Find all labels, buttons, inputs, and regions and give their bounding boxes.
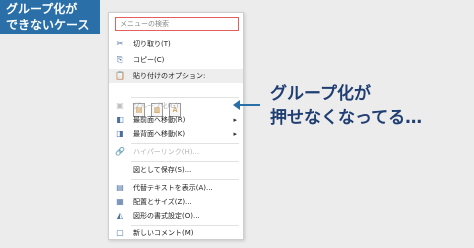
submenu-arrow-icon: ▸ <box>233 116 237 124</box>
context-menu: メニューの検索 ✂ 切り取り(T) ⎘ コピー(C) 📋 貼り付けのオプション:… <box>108 12 244 240</box>
group-icon: ▣ <box>116 101 124 110</box>
menu-item-hyperlink[interactable]: 🔗 ハイパーリンク(H)... <box>109 145 243 159</box>
submenu-arrow-icon: ▸ <box>233 130 237 138</box>
menu-item-cut[interactable]: ✂ 切り取り(T) <box>109 37 243 51</box>
scissors-icon: ✂ <box>116 39 124 48</box>
menu-item-send-to-back[interactable]: ◨ 最背面へ移動(K) ▸ <box>109 127 243 141</box>
save-picture-icon <box>115 165 125 175</box>
menu-item-label: 新しいコメント(M) <box>133 229 194 237</box>
size-position-icon: ▦ <box>116 197 124 206</box>
callout-line-2: 押せなくなってる… <box>270 108 423 128</box>
menu-item-label: 切り取り(T) <box>133 40 171 48</box>
separator <box>131 143 239 144</box>
menu-item-save-as-picture[interactable]: 図として保存(S)... <box>109 163 243 177</box>
menu-search-input[interactable]: メニューの検索 <box>115 17 239 31</box>
menu-item-label: 最背面へ移動(K) <box>133 130 186 138</box>
menu-item-copy[interactable]: ⎘ コピー(C) <box>109 53 243 67</box>
pointer-arrow-line <box>238 104 260 106</box>
menu-item-new-comment[interactable]: ▢ 新しいコメント(M) <box>109 226 243 240</box>
menu-item-size-position[interactable]: ▦ 配置とサイズ(Z)... <box>109 195 243 209</box>
menu-item-bring-to-front[interactable]: ◧ 最前面へ移動(R) ▸ <box>109 113 243 127</box>
send-back-icon: ◨ <box>116 129 124 138</box>
menu-item-label: 配置とサイズ(Z)... <box>133 198 192 206</box>
copy-icon: ⎘ <box>116 55 124 64</box>
alt-text-icon: ▤ <box>116 183 124 192</box>
separator <box>131 161 239 162</box>
menu-item-label: ハイパーリンク(H)... <box>133 148 200 156</box>
menu-item-alt-text[interactable]: ▤ 代替テキストを表示(A)... <box>109 181 243 195</box>
menu-item-label: 代替テキストを表示(A)... <box>133 184 213 192</box>
comment-icon: ▢ <box>116 228 124 237</box>
menu-item-label: 図形の書式設定(O)... <box>133 212 200 220</box>
menu-item-format-shape[interactable]: ◭ 図形の書式設定(O)... <box>109 209 243 223</box>
separator <box>131 179 239 180</box>
menu-paste-options-header: 📋 貼り付けのオプション: <box>109 69 243 83</box>
badge-line-2: できないケース <box>6 18 90 32</box>
callout-line-1: グループ化が <box>270 84 371 104</box>
menu-item-label: コピー(C) <box>133 56 165 64</box>
separator <box>131 97 239 98</box>
menu-item-label: グループ化(G) <box>133 102 179 110</box>
menu-item-label: 図として保存(S)... <box>133 166 192 174</box>
menu-item-label: 貼り付けのオプション: <box>133 72 206 80</box>
clipboard-icon: 📋 <box>115 71 125 80</box>
menu-item-label: 最前面へ移動(R) <box>133 116 186 124</box>
title-badge: グループ化が できないケース <box>0 0 100 34</box>
menu-item-group[interactable]: ▣ グループ化(G) › <box>109 99 243 113</box>
link-icon: 🔗 <box>115 147 125 156</box>
format-shape-icon: ◭ <box>116 211 124 220</box>
badge-line-1: グループ化が <box>6 2 78 16</box>
callout-text: グループ化が 押せなくなってる… <box>270 82 422 130</box>
bring-front-icon: ◧ <box>116 115 124 124</box>
